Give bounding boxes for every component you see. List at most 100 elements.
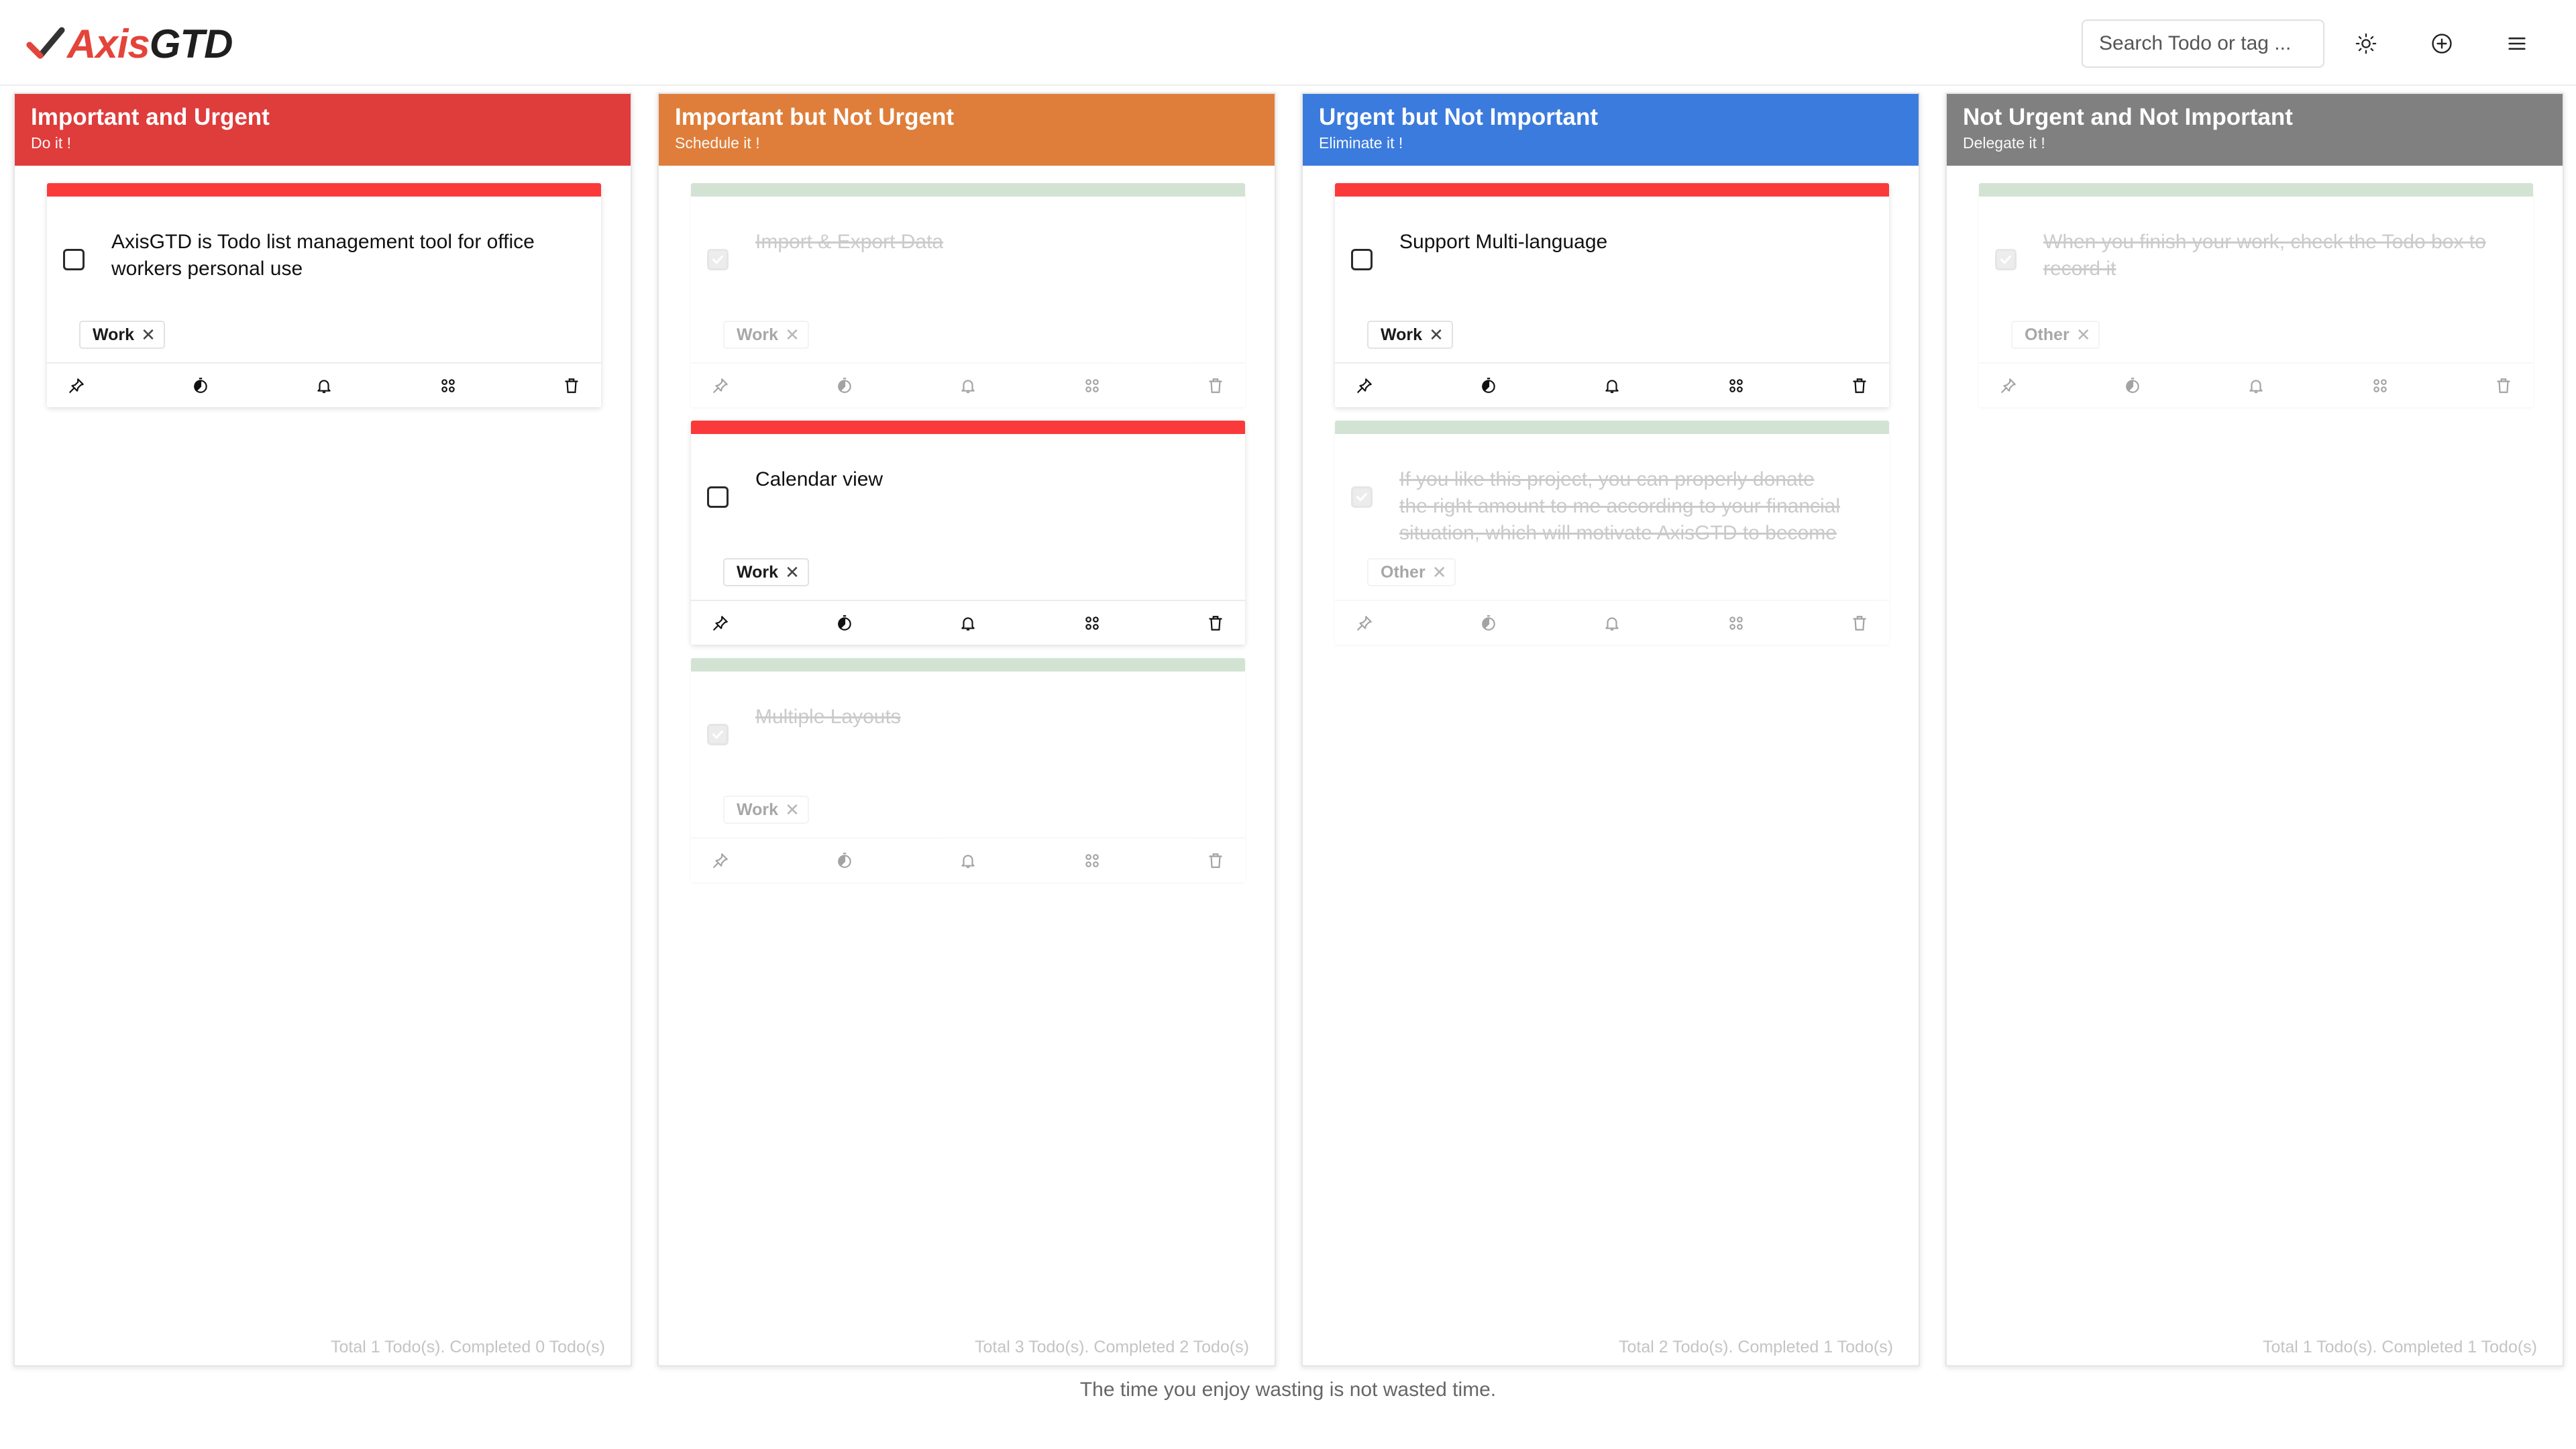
todo-card[interactable]: Support Multi-language Work ✕	[1335, 183, 1889, 407]
reminder-button[interactable]	[1599, 372, 1625, 399]
tag-chip[interactable]: Work ✕	[723, 558, 809, 586]
quadrant-important-urgent: Important and Urgent Do it ! AxisGTD is …	[13, 93, 632, 1366]
search-input[interactable]	[2082, 19, 2324, 68]
bell-icon	[961, 616, 975, 631]
delete-button[interactable]	[1202, 847, 1229, 874]
shortcut-button[interactable]	[1723, 610, 1750, 637]
app-logo[interactable]: AxisGTD	[25, 20, 233, 67]
timer-button[interactable]	[1475, 610, 1502, 637]
todo-text[interactable]: Multiple Layouts	[755, 704, 1198, 731]
todo-checkbox[interactable]	[707, 486, 729, 508]
todo-checkbox-checked[interactable]	[707, 724, 729, 745]
todo-checkbox-checked[interactable]	[1351, 486, 1373, 508]
timer-icon	[837, 377, 851, 393]
shortcut-button[interactable]	[1079, 847, 1106, 874]
tag-chip[interactable]: Work ✕	[1367, 321, 1453, 349]
pin-button[interactable]	[707, 372, 734, 399]
todo-card[interactable]: Calendar view Work ✕	[691, 421, 1245, 645]
delete-button[interactable]	[2490, 372, 2517, 399]
tag-chip[interactable]: Other ✕	[2011, 321, 2100, 349]
pin-icon	[713, 853, 728, 868]
todo-checkbox-checked[interactable]	[707, 249, 729, 270]
delete-button[interactable]	[1202, 372, 1229, 399]
trash-icon	[1209, 853, 1222, 868]
reminder-button[interactable]	[311, 372, 337, 399]
delete-button[interactable]	[1846, 610, 1873, 637]
pin-button[interactable]	[1351, 610, 1378, 637]
shortcut-button[interactable]	[2367, 372, 2394, 399]
check-icon	[712, 255, 724, 264]
menu-button[interactable]	[2496, 22, 2538, 65]
todo-checkbox[interactable]	[63, 249, 85, 270]
quadrant-not-urgent-not-important: Not Urgent and Not Important Delegate it…	[1945, 93, 2564, 1366]
shortcut-button[interactable]	[1723, 372, 1750, 399]
delete-button[interactable]	[558, 372, 585, 399]
quadrant-header: Important but Not Urgent Schedule it !	[659, 94, 1275, 166]
todo-card-completed[interactable]: If you like this project, you can proper…	[1335, 421, 1889, 645]
delete-button[interactable]	[1846, 372, 1873, 399]
timer-button[interactable]	[1475, 372, 1502, 399]
todo-card-completed[interactable]: When you finish your work, check the Tod…	[1979, 183, 2533, 407]
tag-remove-icon[interactable]: ✕	[2076, 325, 2091, 345]
todo-text[interactable]: AxisGTD is Todo list management tool for…	[111, 229, 554, 282]
quadrant-footer: Total 3 Todo(s). Completed 2 Todo(s)	[974, 1338, 1249, 1356]
pin-button[interactable]	[63, 372, 90, 399]
tag-remove-icon[interactable]: ✕	[785, 800, 800, 820]
quadrant-footer: Total 1 Todo(s). Completed 1 Todo(s)	[2262, 1338, 2537, 1356]
reminder-button[interactable]	[955, 372, 981, 399]
timer-icon	[837, 852, 851, 868]
todo-text[interactable]: Calendar view	[755, 466, 1198, 493]
tag-chip[interactable]: Work ✕	[79, 321, 165, 349]
quadrant-title: Important but Not Urgent	[675, 104, 955, 130]
todo-text[interactable]: Support Multi-language	[1399, 229, 1842, 256]
pin-button[interactable]	[1351, 372, 1378, 399]
timer-icon	[1481, 377, 1495, 393]
todo-text[interactable]: If you like this project, you can proper…	[1399, 466, 1842, 547]
timer-button[interactable]	[831, 372, 858, 399]
todo-checkbox-checked[interactable]	[1995, 249, 2017, 270]
reminder-button[interactable]	[955, 610, 981, 637]
todo-card-completed[interactable]: Multiple Layouts Work ✕	[691, 658, 1245, 882]
timer-button[interactable]	[831, 610, 858, 637]
tag-chip[interactable]: Other ✕	[1367, 558, 1456, 586]
timer-button[interactable]	[187, 372, 214, 399]
tag-chip[interactable]: Work ✕	[723, 321, 809, 349]
tag-remove-icon[interactable]: ✕	[785, 562, 800, 583]
tag-remove-icon[interactable]: ✕	[141, 325, 156, 345]
trash-icon	[1853, 615, 1866, 631]
trash-icon	[1853, 378, 1866, 393]
todo-card-completed[interactable]: Import & Export Data Work ✕	[691, 183, 1245, 407]
quadrant-footer: Total 2 Todo(s). Completed 1 Todo(s)	[1618, 1338, 1893, 1356]
delete-button[interactable]	[1202, 610, 1229, 637]
check-icon	[1356, 492, 1368, 502]
pin-button[interactable]	[1995, 372, 2022, 399]
app-header: AxisGTD	[0, 0, 2576, 86]
tag-remove-icon[interactable]: ✕	[785, 325, 800, 345]
theme-toggle-button[interactable]	[2345, 22, 2387, 65]
timer-button[interactable]	[2119, 372, 2146, 399]
shortcut-button[interactable]	[1079, 372, 1106, 399]
trash-icon	[1209, 378, 1222, 393]
reminder-button[interactable]	[955, 847, 981, 874]
pin-button[interactable]	[707, 610, 734, 637]
todo-card[interactable]: AxisGTD is Todo list management tool for…	[47, 183, 601, 407]
quadrant-title: Important and Urgent	[31, 104, 270, 130]
todo-text[interactable]: When you finish your work, check the Tod…	[2043, 229, 2486, 282]
pin-button[interactable]	[707, 847, 734, 874]
todo-checkbox[interactable]	[1351, 249, 1373, 270]
tag-remove-icon[interactable]: ✕	[1429, 325, 1444, 345]
tag-remove-icon[interactable]: ✕	[1432, 562, 1447, 583]
command-icon	[2373, 378, 2387, 392]
shortcut-button[interactable]	[1079, 610, 1106, 637]
add-todo-button[interactable]	[2420, 22, 2463, 65]
shortcut-button[interactable]	[435, 372, 462, 399]
reminder-button[interactable]	[1599, 610, 1625, 637]
tag-chip[interactable]: Work ✕	[723, 796, 809, 824]
reminder-button[interactable]	[2243, 372, 2269, 399]
sun-icon	[2355, 33, 2377, 54]
logo-text-axis: Axis	[67, 21, 150, 66]
todo-text[interactable]: Import & Export Data	[755, 229, 1198, 256]
priority-bar	[1335, 183, 1889, 197]
timer-button[interactable]	[831, 847, 858, 874]
command-icon	[1085, 853, 1099, 867]
